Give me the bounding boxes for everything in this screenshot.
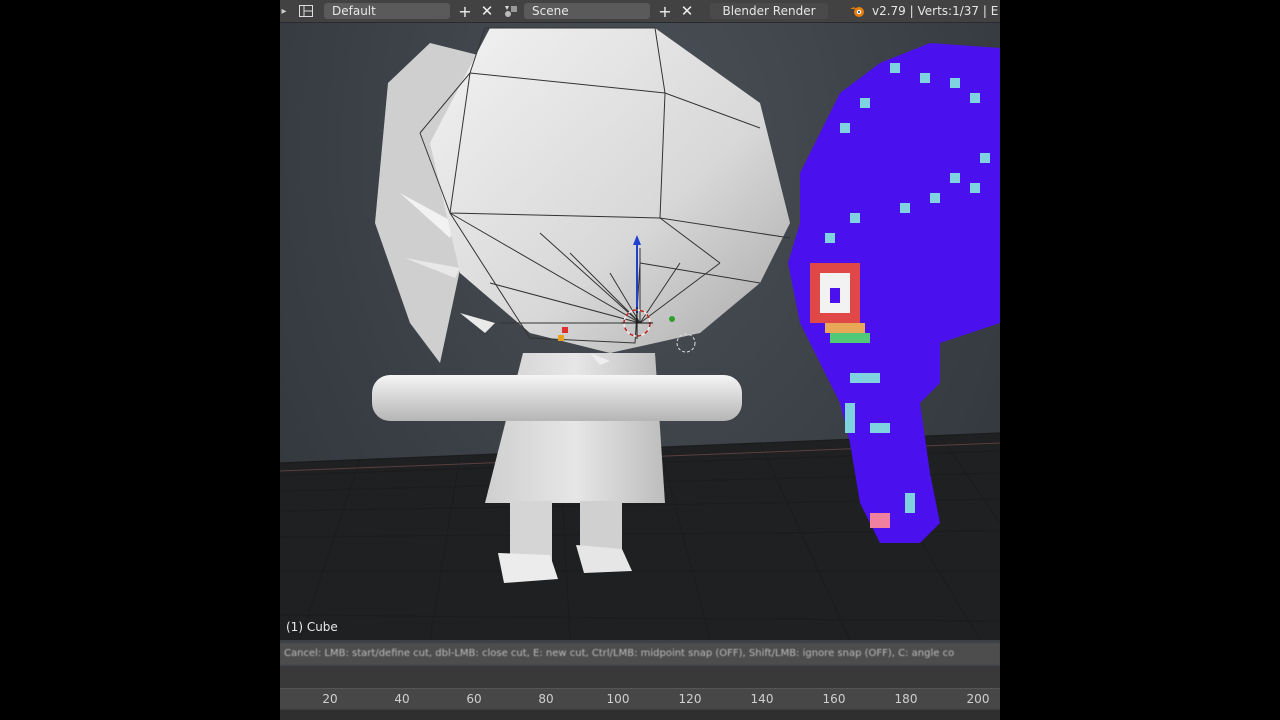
screen-layout-field[interactable]: Default xyxy=(324,3,450,19)
delete-scene-button[interactable]: ✕ xyxy=(676,0,698,22)
manipulator-y[interactable] xyxy=(669,316,675,322)
blender-window: ▸ Default + ✕ Scene + ✕ Blender Render v… xyxy=(280,0,1000,720)
blender-logo-icon xyxy=(844,0,872,22)
info-header: ▸ Default + ✕ Scene + ✕ Blender Render v… xyxy=(280,0,1000,23)
leg-right xyxy=(580,501,622,551)
frame-ruler[interactable]: 20 40 60 80 100 120 140 160 180 200 xyxy=(280,688,1000,709)
blender-icon xyxy=(850,7,864,17)
editor-type-icon[interactable]: ▸ xyxy=(280,0,288,22)
leg-left xyxy=(510,501,552,561)
timeline-tick-label: 20 xyxy=(322,692,338,706)
timeline-tick-label: 60 xyxy=(466,692,482,706)
timeline-tick-label: 120 xyxy=(678,692,702,706)
selected-vertex[interactable] xyxy=(562,327,568,333)
head-mesh xyxy=(430,28,790,353)
version-stats: v2.79 | Verts:1/37 | E xyxy=(872,4,999,18)
timeline-editor[interactable]: 20 40 60 80 100 120 140 160 180 200 xyxy=(280,666,1000,720)
timeline-tick-label: 80 xyxy=(538,692,554,706)
knife-tool-status-bar: Cancel: LMB: start/define cut, dbl-LMB: … xyxy=(280,643,1000,665)
sprite-foot xyxy=(870,513,890,528)
hair-spike xyxy=(460,313,495,333)
knife-cursor-icon xyxy=(676,333,696,353)
timeline-tick-label: 40 xyxy=(394,692,410,706)
foot-left xyxy=(498,553,558,583)
viewport-canvas[interactable] xyxy=(280,23,1000,640)
timeline-tick-label: 180 xyxy=(894,692,918,706)
active-object-label: (1) Cube xyxy=(286,620,338,634)
layout-grid-icon xyxy=(299,5,313,17)
screen-layout-icon[interactable] xyxy=(288,0,324,22)
timeline-tick-label: 160 xyxy=(822,692,846,706)
add-layout-button[interactable]: + xyxy=(454,0,476,22)
add-scene-button[interactable]: + xyxy=(654,0,676,22)
timeline-tick-label: 100 xyxy=(606,692,630,706)
delete-layout-button[interactable]: ✕ xyxy=(476,0,498,22)
scene-objects-icon xyxy=(505,6,517,17)
scene-field[interactable]: Scene xyxy=(524,3,650,19)
timeline-header xyxy=(280,666,1000,688)
arms-mesh xyxy=(372,375,742,421)
selected-vertex[interactable] xyxy=(558,335,564,341)
timeline-tick-label: 140 xyxy=(750,692,774,706)
timeline-scrollbar[interactable] xyxy=(280,710,1000,720)
scene-icon[interactable] xyxy=(498,0,524,22)
3d-viewport[interactable]: (1) Cube xyxy=(280,23,1000,640)
timeline-tick-label: 200 xyxy=(966,692,990,706)
render-engine-select[interactable]: Blender Render xyxy=(710,3,828,19)
